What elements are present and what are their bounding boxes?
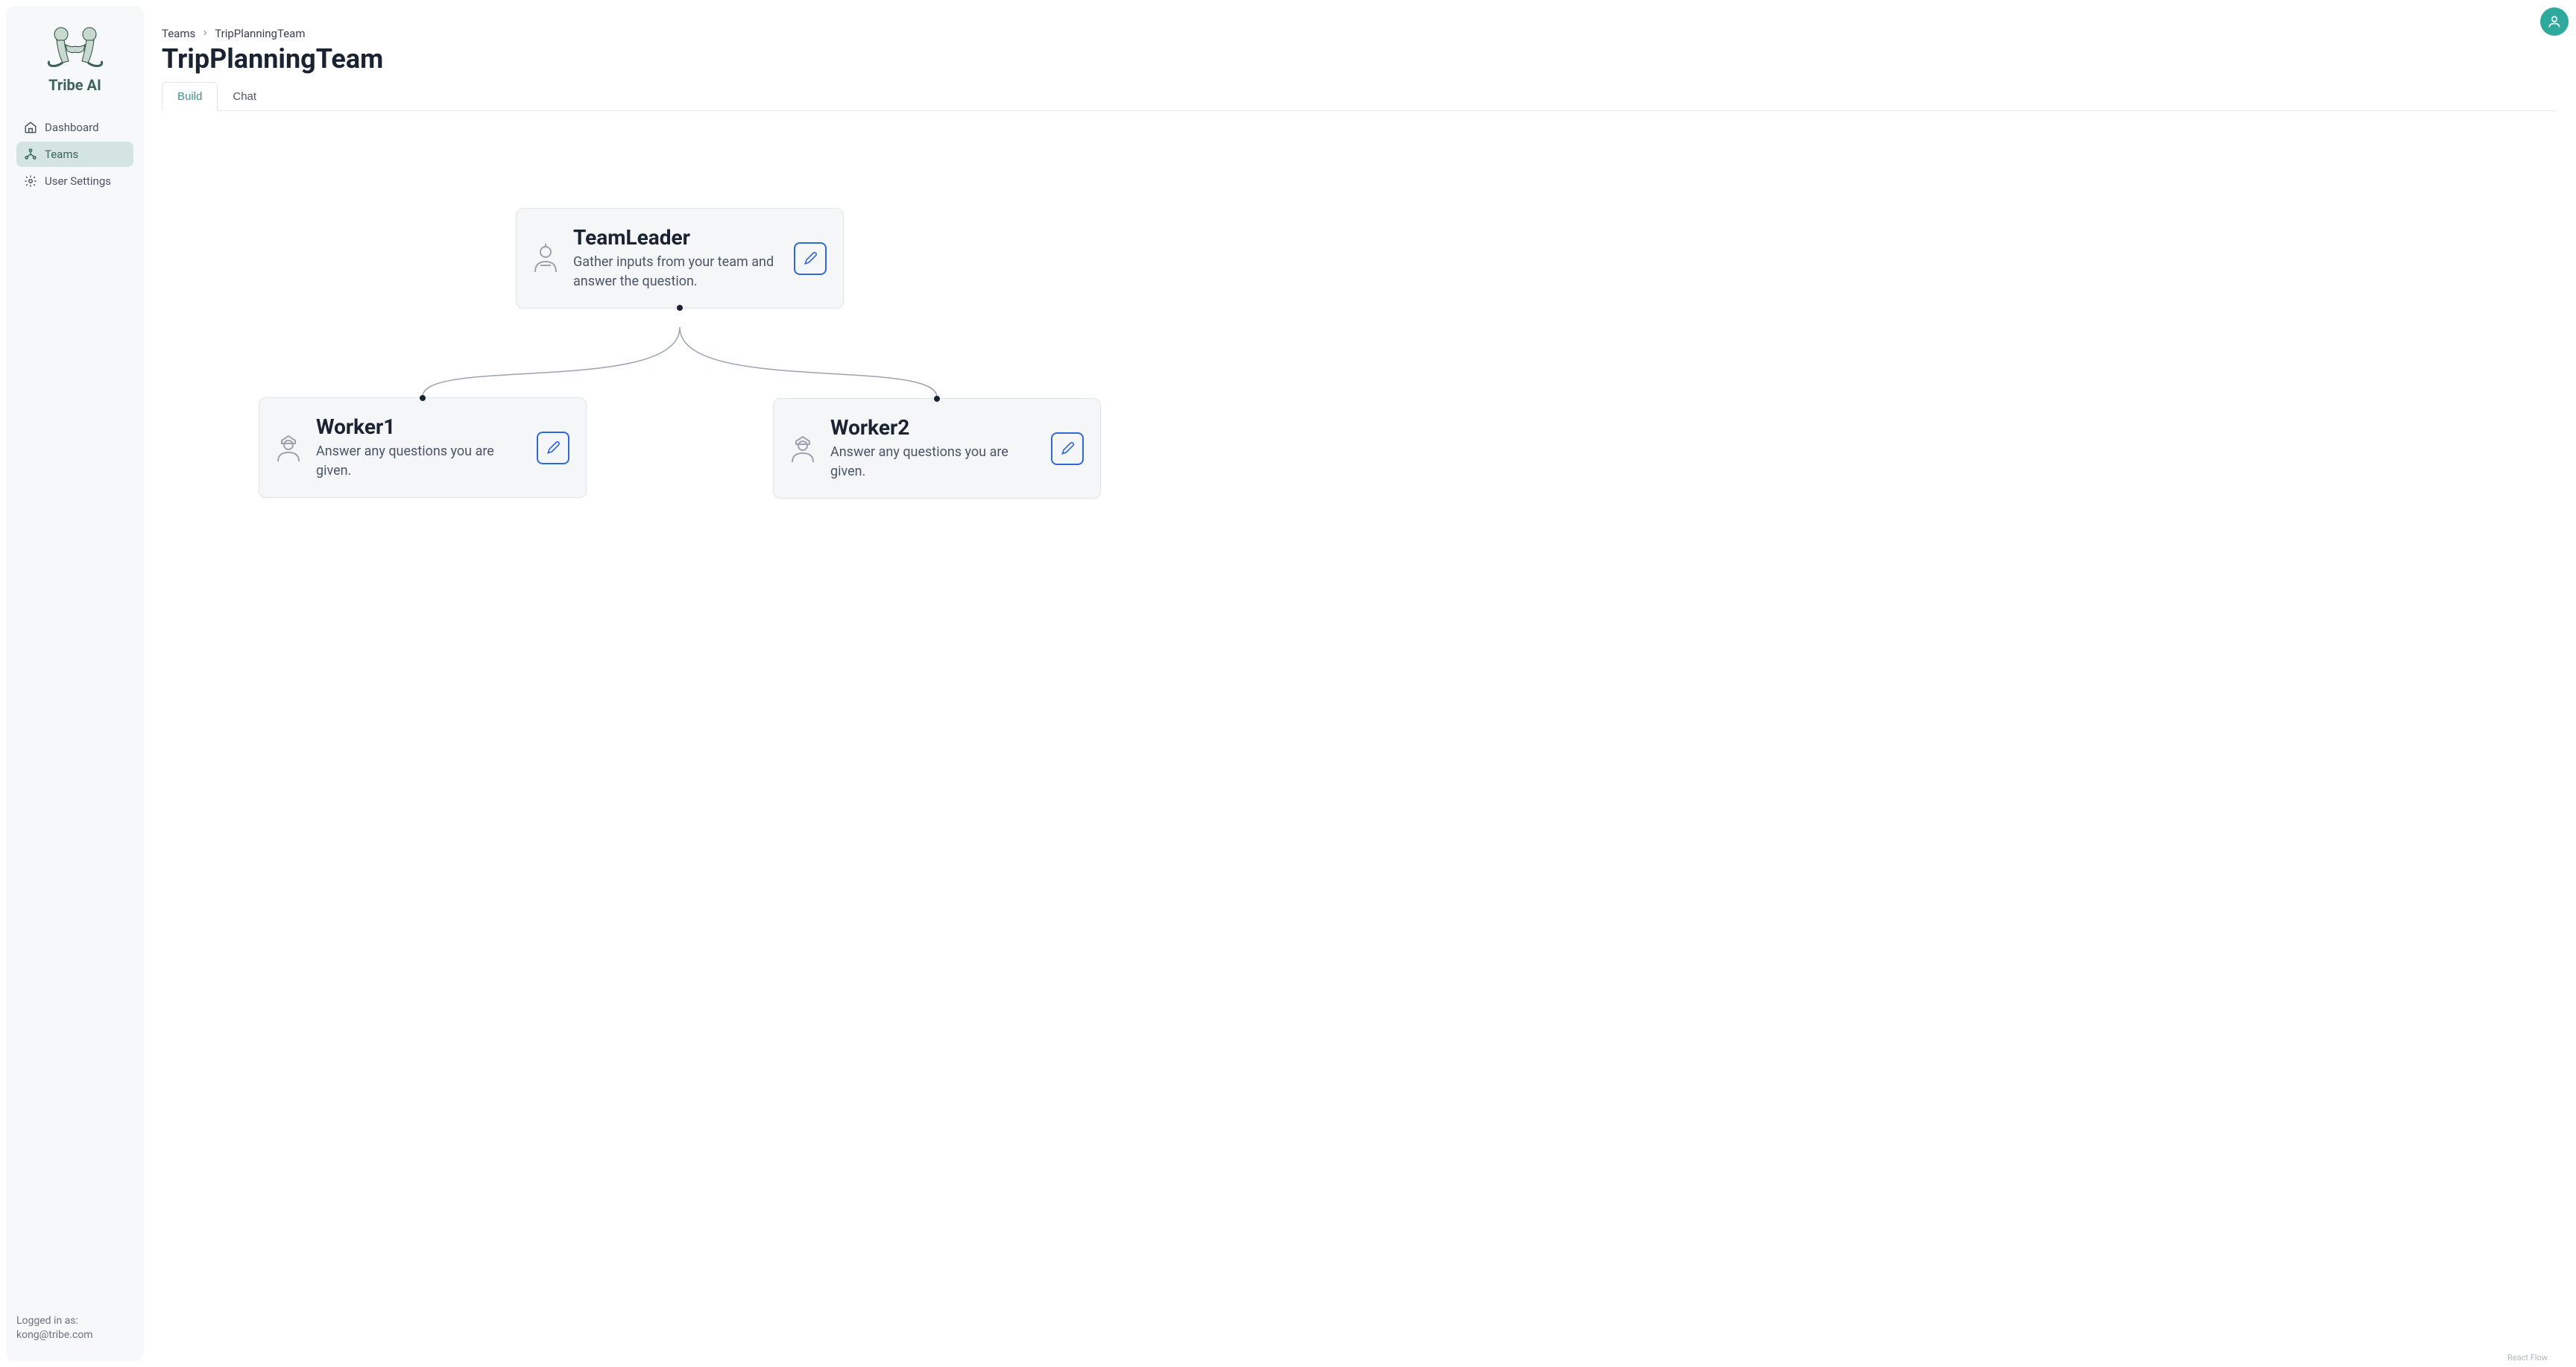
breadcrumb: Teams TripPlanningTeam bbox=[162, 27, 2555, 40]
nav-teams[interactable]: Teams bbox=[16, 142, 133, 167]
login-user: kong@tribe.com bbox=[16, 1328, 133, 1343]
node-desc: Answer any questions you are given. bbox=[830, 443, 1032, 482]
page-title: TripPlanningTeam bbox=[162, 43, 2555, 75]
node-title: Worker1 bbox=[316, 414, 522, 439]
node-worker1[interactable]: Worker1 Answer any questions you are giv… bbox=[259, 397, 587, 498]
home-icon bbox=[24, 121, 37, 134]
logo-text: Tribe AI bbox=[48, 76, 101, 94]
nav-label: User Settings bbox=[45, 174, 111, 188]
sidebar: Tribe AI Dashboard Teams bbox=[6, 6, 144, 1361]
worker-icon bbox=[276, 433, 301, 463]
node-title: TeamLeader bbox=[573, 225, 779, 250]
chevron-right-icon bbox=[201, 28, 209, 39]
logo: Tribe AI bbox=[16, 24, 133, 94]
nav-dashboard[interactable]: Dashboard bbox=[16, 115, 133, 140]
attribution: React Flow bbox=[2507, 1353, 2548, 1363]
breadcrumb-current[interactable]: TripPlanningTeam bbox=[215, 27, 305, 40]
nav-user-settings[interactable]: User Settings bbox=[16, 168, 133, 194]
node-team-leader[interactable]: TeamLeader Gather inputs from your team … bbox=[516, 208, 844, 309]
tab-build[interactable]: Build bbox=[162, 82, 218, 111]
breadcrumb-root[interactable]: Teams bbox=[162, 27, 195, 40]
leader-icon bbox=[533, 244, 558, 274]
flow-canvas[interactable]: TeamLeader Gather inputs from your team … bbox=[162, 111, 2555, 1367]
org-icon bbox=[24, 148, 37, 161]
main: Teams TripPlanningTeam TripPlanningTeam … bbox=[150, 0, 2576, 1367]
tab-chat[interactable]: Chat bbox=[218, 82, 271, 110]
node-worker2[interactable]: Worker2 Answer any questions you are giv… bbox=[773, 398, 1101, 499]
handle-bottom[interactable] bbox=[677, 305, 683, 311]
worker-icon bbox=[790, 434, 815, 464]
login-info: Logged in as: kong@tribe.com bbox=[16, 1314, 133, 1343]
pencil-icon bbox=[1060, 441, 1075, 456]
login-prefix: Logged in as: bbox=[16, 1314, 133, 1329]
user-avatar[interactable] bbox=[2540, 7, 2569, 36]
edit-button[interactable] bbox=[1051, 432, 1084, 465]
node-desc: Answer any questions you are given. bbox=[316, 442, 517, 481]
nav-label: Teams bbox=[45, 148, 78, 161]
user-icon bbox=[2547, 14, 2562, 29]
node-body: Worker2 Answer any questions you are giv… bbox=[830, 415, 1036, 482]
nav-label: Dashboard bbox=[45, 121, 99, 134]
node-body: Worker1 Answer any questions you are giv… bbox=[316, 414, 522, 481]
logo-icon bbox=[42, 24, 109, 70]
tabs: Build Chat bbox=[162, 82, 2555, 111]
edit-button[interactable] bbox=[537, 432, 569, 464]
handle-top[interactable] bbox=[420, 395, 426, 401]
edit-button[interactable] bbox=[794, 242, 827, 275]
node-body: TeamLeader Gather inputs from your team … bbox=[573, 225, 779, 291]
pencil-icon bbox=[546, 441, 561, 455]
handle-top[interactable] bbox=[934, 396, 940, 402]
gear-icon bbox=[24, 174, 37, 188]
pencil-icon bbox=[803, 251, 818, 266]
node-desc: Gather inputs from your team and answer … bbox=[573, 253, 774, 291]
nav: Dashboard Teams User Settings bbox=[16, 115, 133, 194]
node-title: Worker2 bbox=[830, 415, 1036, 440]
